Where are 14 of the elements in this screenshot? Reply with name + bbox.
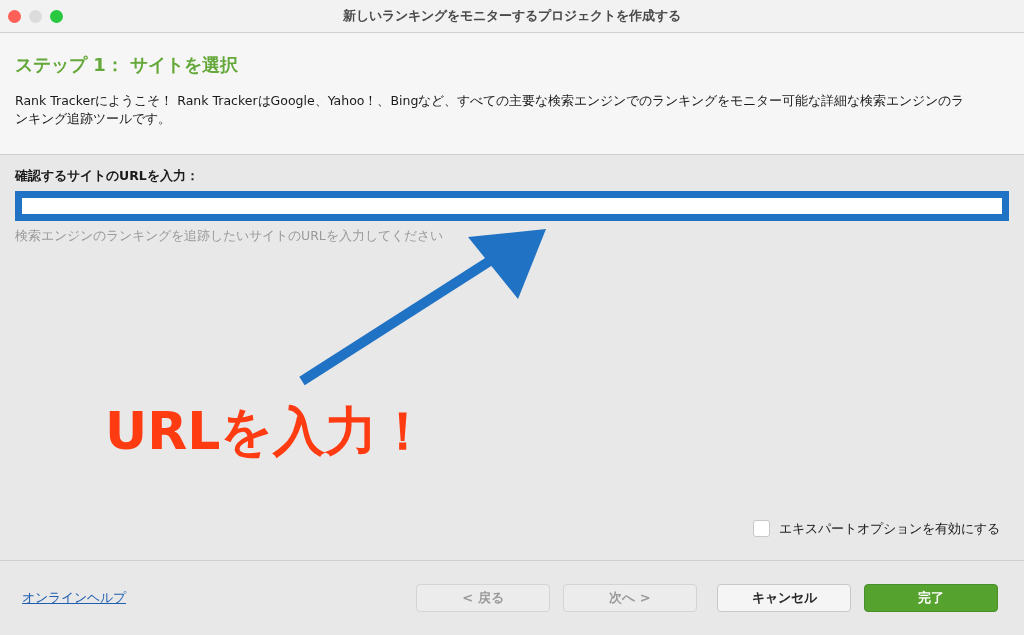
close-button[interactable] <box>8 10 21 23</box>
online-help-link[interactable]: オンラインヘルプ <box>22 588 126 608</box>
expert-option-label: エキスパートオプションを有効にする <box>779 519 1000 538</box>
dialog-button[interactable]: 完了 <box>864 584 998 612</box>
description: Rank Trackerにようこそ！ Rank TrackerはGoogle、Yahoo！、Bingなど、すべての主要な検索エンジンでのランキングをモニター可能な詳細な検索エンジンのランキング追跡ツールです。 <box>15 92 966 128</box>
annotation-text: URLを入力！ <box>105 405 430 457</box>
zoom-button[interactable] <box>50 10 63 23</box>
dialog-button[interactable]: キャンセル <box>717 584 851 612</box>
step-title: ステップ 1： サイトを選択 <box>15 53 240 77</box>
hint-text: 検索エンジンのランキングを追跡したいサイトのURLを入力してください <box>15 226 444 245</box>
expert-checkbox[interactable] <box>753 519 770 537</box>
url-label: 確認するサイトのURLを入力： <box>15 167 200 185</box>
window-title: 新しいランキングをモニターするプロジェクトを作成する <box>343 7 681 26</box>
url-input-field[interactable] <box>15 190 1009 221</box>
